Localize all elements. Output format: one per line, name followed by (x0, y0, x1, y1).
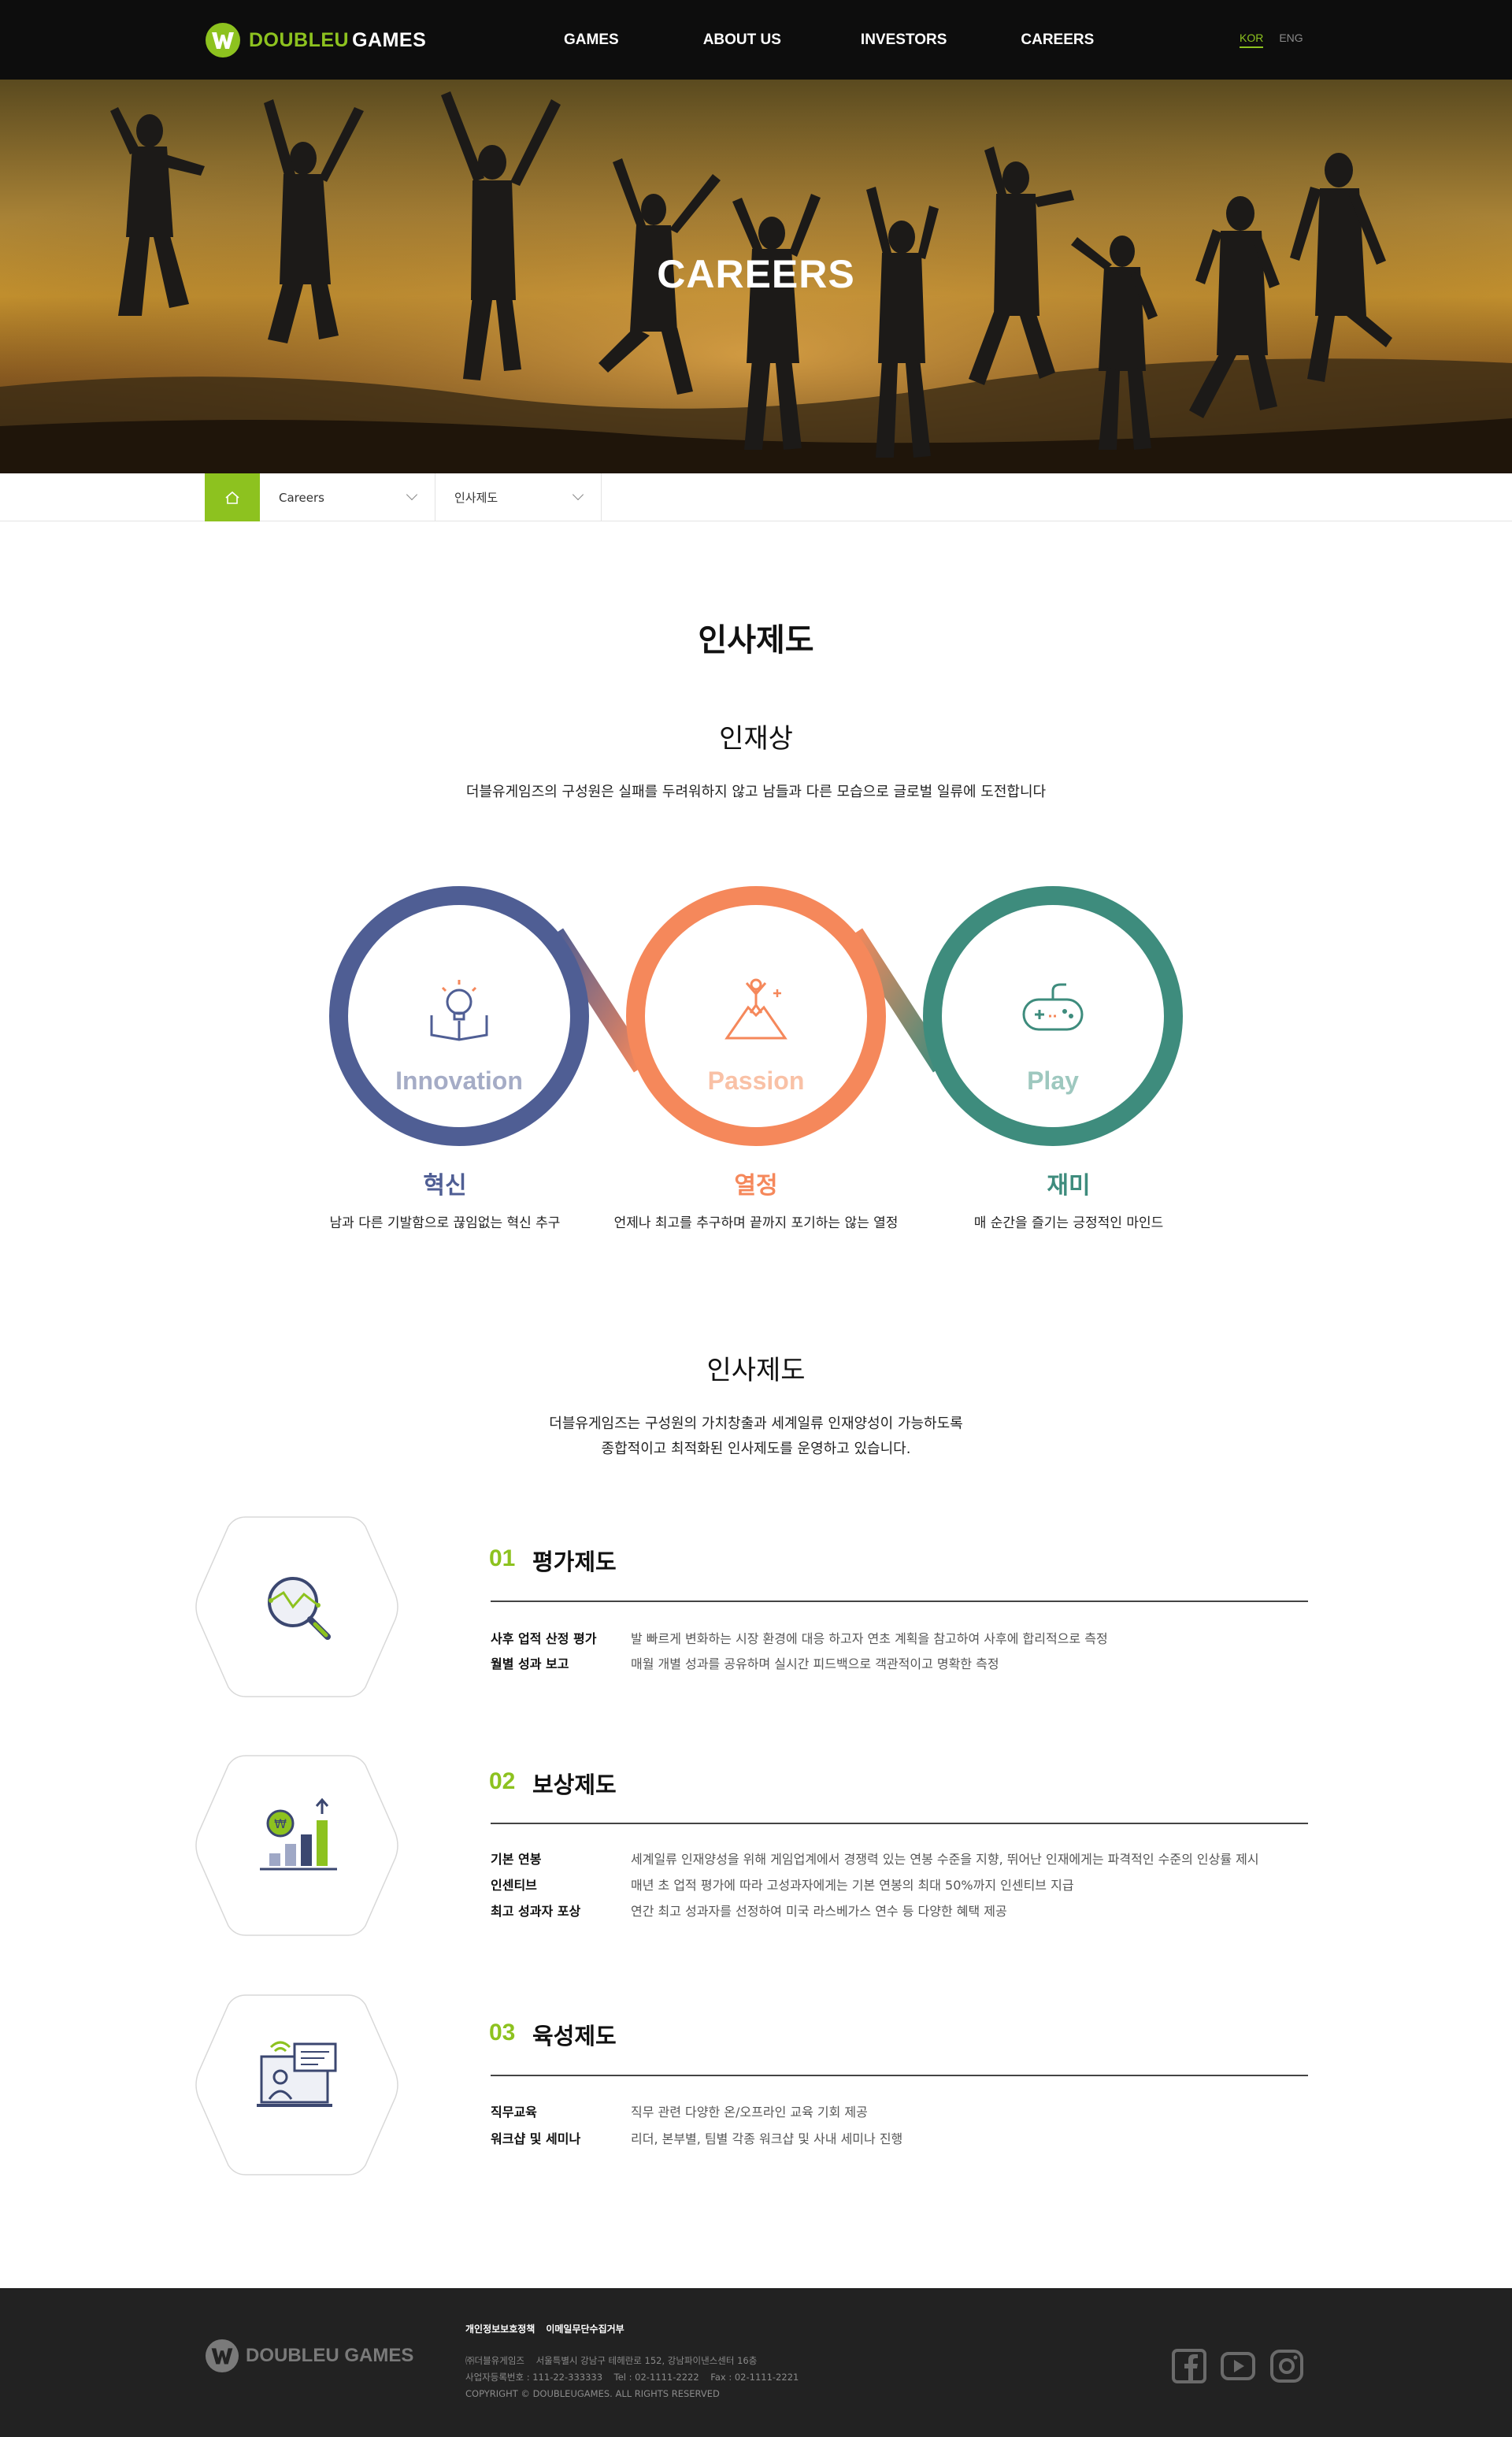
passion-circle: Passion (626, 886, 886, 1146)
hexagon-frame: ₩ (195, 1755, 398, 1936)
hr-system-description-line2: 종합적이고 최적화된 인사제도를 운영하고 있습니다. (601, 1441, 911, 1457)
site-logo[interactable]: DOUBLEU GAMES (205, 22, 426, 58)
play-circle: Play (923, 886, 1183, 1146)
youtube-icon[interactable] (1221, 2349, 1255, 2383)
hr-detail-row: 워크샵 및 세미나 리더, 본부별, 팀별 각종 워크샵 및 사내 세미나 진행 (491, 2126, 1357, 2153)
hr-item-number: 03 (489, 2020, 516, 2046)
email-refusal-link[interactable]: 이메일무단수집거부 (546, 2322, 624, 2335)
hr-item-title: 육성제도 (532, 2023, 617, 2049)
hr-item-number: 02 (489, 1768, 516, 1794)
hero-banner: CAREERS (0, 80, 1512, 473)
nav-investors[interactable]: INVESTORS (861, 32, 947, 49)
page-title: 인사제도 (698, 622, 814, 658)
hr-detail-value: 발 빠르게 변화하는 시장 환경에 대응 하고자 연초 계획을 참고하여 사후에… (631, 1631, 1108, 1646)
nav-games[interactable]: GAMES (564, 32, 619, 49)
hr-system-description-line1: 더블유게임즈는 구성원의 가치창출과 세계일류 인재양성이 가능하도록 (549, 1415, 963, 1432)
hr-detail-row: 직무교육 직무 관련 다양한 온/오프라인 교육 기회 제공 (491, 2099, 1357, 2126)
hexagon-frame (195, 1516, 398, 1697)
hr-detail-key: 워크샵 및 세미나 (491, 2131, 581, 2146)
value-desc-innovation: 남과 다른 기발함으로 끊임없는 혁신 추구 (329, 1215, 561, 1231)
breadcrumb: Careers 인사제도 (0, 473, 1512, 521)
logo-w-icon (205, 2339, 239, 2373)
breadcrumb-dropdown-careers[interactable]: Careers (260, 473, 435, 521)
value-desc-passion: 언제나 최고를 추구하며 끝까지 포기하는 않는 열정 (613, 1215, 899, 1231)
site-footer: DOUBLEU GAMES 개인정보보호정책 이메일무단수집거부 ㈜더블유게임즈… (0, 2288, 1512, 2437)
innovation-label: Innovation (395, 1066, 523, 1095)
hr-item-title: 평가제도 (532, 1549, 617, 1575)
chevron-down-icon (406, 488, 418, 501)
hero-title: CAREERS (657, 252, 855, 296)
gamepad-icon (1022, 983, 1084, 1031)
talent-heading: 인재상 (719, 723, 793, 755)
hr-detail-row: 기본 연봉 세계일류 인재양성을 위해 게임업계에서 경쟁력 있는 연봉 수준을… (491, 1846, 1357, 1873)
hr-detail-row: 최고 성과자 포상 연간 최고 성과자를 선정하여 미국 라스베가스 연수 등 … (491, 1898, 1357, 1925)
value-title-innovation: 혁신 (423, 1172, 467, 1200)
logo-text-games: GAMES (352, 28, 427, 51)
hr-detail-row: 인센티브 매년 초 업적 평가에 따라 고성과자에게는 기본 연봉의 최대 50… (491, 1872, 1357, 1899)
talent-description: 더블유게임즈의 구성원은 실패를 두려워하지 않고 남들과 다른 모습으로 글로… (465, 784, 1047, 800)
mountain-summit-icon (724, 978, 788, 1040)
lang-eng[interactable]: ENG (1279, 32, 1303, 48)
hr-item-number: 01 (489, 1545, 516, 1571)
footer-logo[interactable]: DOUBLEU GAMES (205, 2339, 413, 2373)
company-address: ㈜더블유게임즈 서울특별시 강남구 테헤란로 152, 강남파이낸스센터 16층 (465, 2355, 758, 2366)
divider (491, 1823, 1308, 1824)
innovation-circle: Innovation (329, 886, 589, 1146)
hr-detail-value: 매년 초 업적 평가에 따라 고성과자에게는 기본 연봉의 최대 50%까지 인… (631, 1878, 1074, 1893)
nav-about-us[interactable]: ABOUT US (703, 32, 781, 49)
breadcrumb-level1-label: Careers (279, 490, 324, 505)
hr-detail-value: 리더, 본부별, 팀별 각종 워크샵 및 사내 세미나 진행 (631, 2131, 903, 2146)
value-title-passion: 열정 (734, 1172, 778, 1200)
hr-detail-value: 연간 최고 성과자를 선정하여 미국 라스베가스 연수 등 다양한 혜택 제공 (631, 1904, 1007, 1919)
hr-detail-value: 직무 관련 다양한 온/오프라인 교육 기회 제공 (631, 2105, 868, 2120)
instagram-icon[interactable] (1269, 2349, 1304, 2383)
facebook-icon[interactable] (1172, 2349, 1206, 2383)
breadcrumb-dropdown-hr[interactable]: 인사제도 (435, 473, 602, 521)
hexagon-frame (195, 1994, 398, 2175)
divider (491, 1601, 1308, 1602)
hr-detail-value: 매월 개별 성과를 공유하며 실시간 피드백으로 객관적이고 명확한 측정 (631, 1656, 999, 1671)
hr-detail-key: 기본 연봉 (491, 1852, 542, 1867)
logo-text-doubleu: DOUBLEU (249, 28, 350, 51)
lang-kor[interactable]: KOR (1240, 32, 1264, 48)
hr-detail-value: 세계일류 인재양성을 위해 게임업계에서 경쟁력 있는 연봉 수준을 지향, 뛰… (631, 1852, 1259, 1867)
svg-text:₩: ₩ (274, 1816, 287, 1831)
footer-logo-text-doubleu: DOUBLEU (246, 2345, 339, 2366)
passion-label: Passion (707, 1066, 805, 1095)
home-icon (225, 491, 239, 504)
hr-detail-key: 월별 성과 보고 (491, 1656, 569, 1671)
company-registration: 사업자등록번호 : 111-22-333333 Tel : 02-1111-22… (465, 2372, 799, 2383)
main-nav: GAMES ABOUT US INVESTORS CAREERS (536, 0, 1094, 80)
hr-detail-key: 직무교육 (491, 2105, 537, 2120)
footer-logo-text-games: GAMES (344, 2345, 414, 2366)
copyright: COPYRIGHT © DOUBLEUGAMES. ALL RIGHTS RES… (465, 2388, 720, 2399)
hr-item-title: 보상제도 (532, 1771, 617, 1798)
hr-detail-key: 최고 성과자 포상 (491, 1904, 581, 1919)
chevron-down-icon (572, 488, 584, 501)
hr-detail-key: 사후 업적 산정 평가 (491, 1631, 597, 1646)
language-switcher: KOR ENG (1240, 32, 1303, 48)
nav-careers[interactable]: CAREERS (1021, 32, 1094, 49)
social-links (1172, 2349, 1304, 2383)
home-button[interactable] (205, 473, 260, 521)
site-header: DOUBLEU GAMES GAMES ABOUT US INVESTORS CA… (0, 0, 1512, 80)
value-desc-play: 매 순간을 즐기는 긍정적인 마인드 (973, 1215, 1164, 1231)
divider (491, 2075, 1308, 2076)
privacy-policy-link[interactable]: 개인정보보호정책 (465, 2322, 535, 2335)
value-title-play: 재미 (1047, 1172, 1091, 1200)
company-info: ㈜더블유게임즈 서울특별시 강남구 테헤란로 152, 강남파이낸스센터 16층… (465, 2353, 799, 2402)
lightbulb-book-icon (430, 980, 488, 1041)
footer-links: 개인정보보호정책 이메일무단수집거부 (465, 2322, 624, 2335)
breadcrumb-level2-label: 인사제도 (454, 491, 498, 505)
hr-system-heading: 인사제도 (706, 1355, 806, 1386)
logo-w-icon (206, 23, 240, 57)
hr-detail-row: 월별 성과 보고 매월 개별 성과를 공유하며 실시간 피드백으로 객관적이고 … (491, 1651, 1357, 1678)
play-label: Play (1027, 1066, 1079, 1095)
core-values-diagram: Innovation Passion Play (315, 866, 1197, 1166)
hr-detail-row: 사후 업적 산정 평가 발 빠르게 변화하는 시장 환경에 대응 하고자 연초 … (491, 1626, 1357, 1652)
hr-detail-key: 인센티브 (491, 1878, 537, 1893)
